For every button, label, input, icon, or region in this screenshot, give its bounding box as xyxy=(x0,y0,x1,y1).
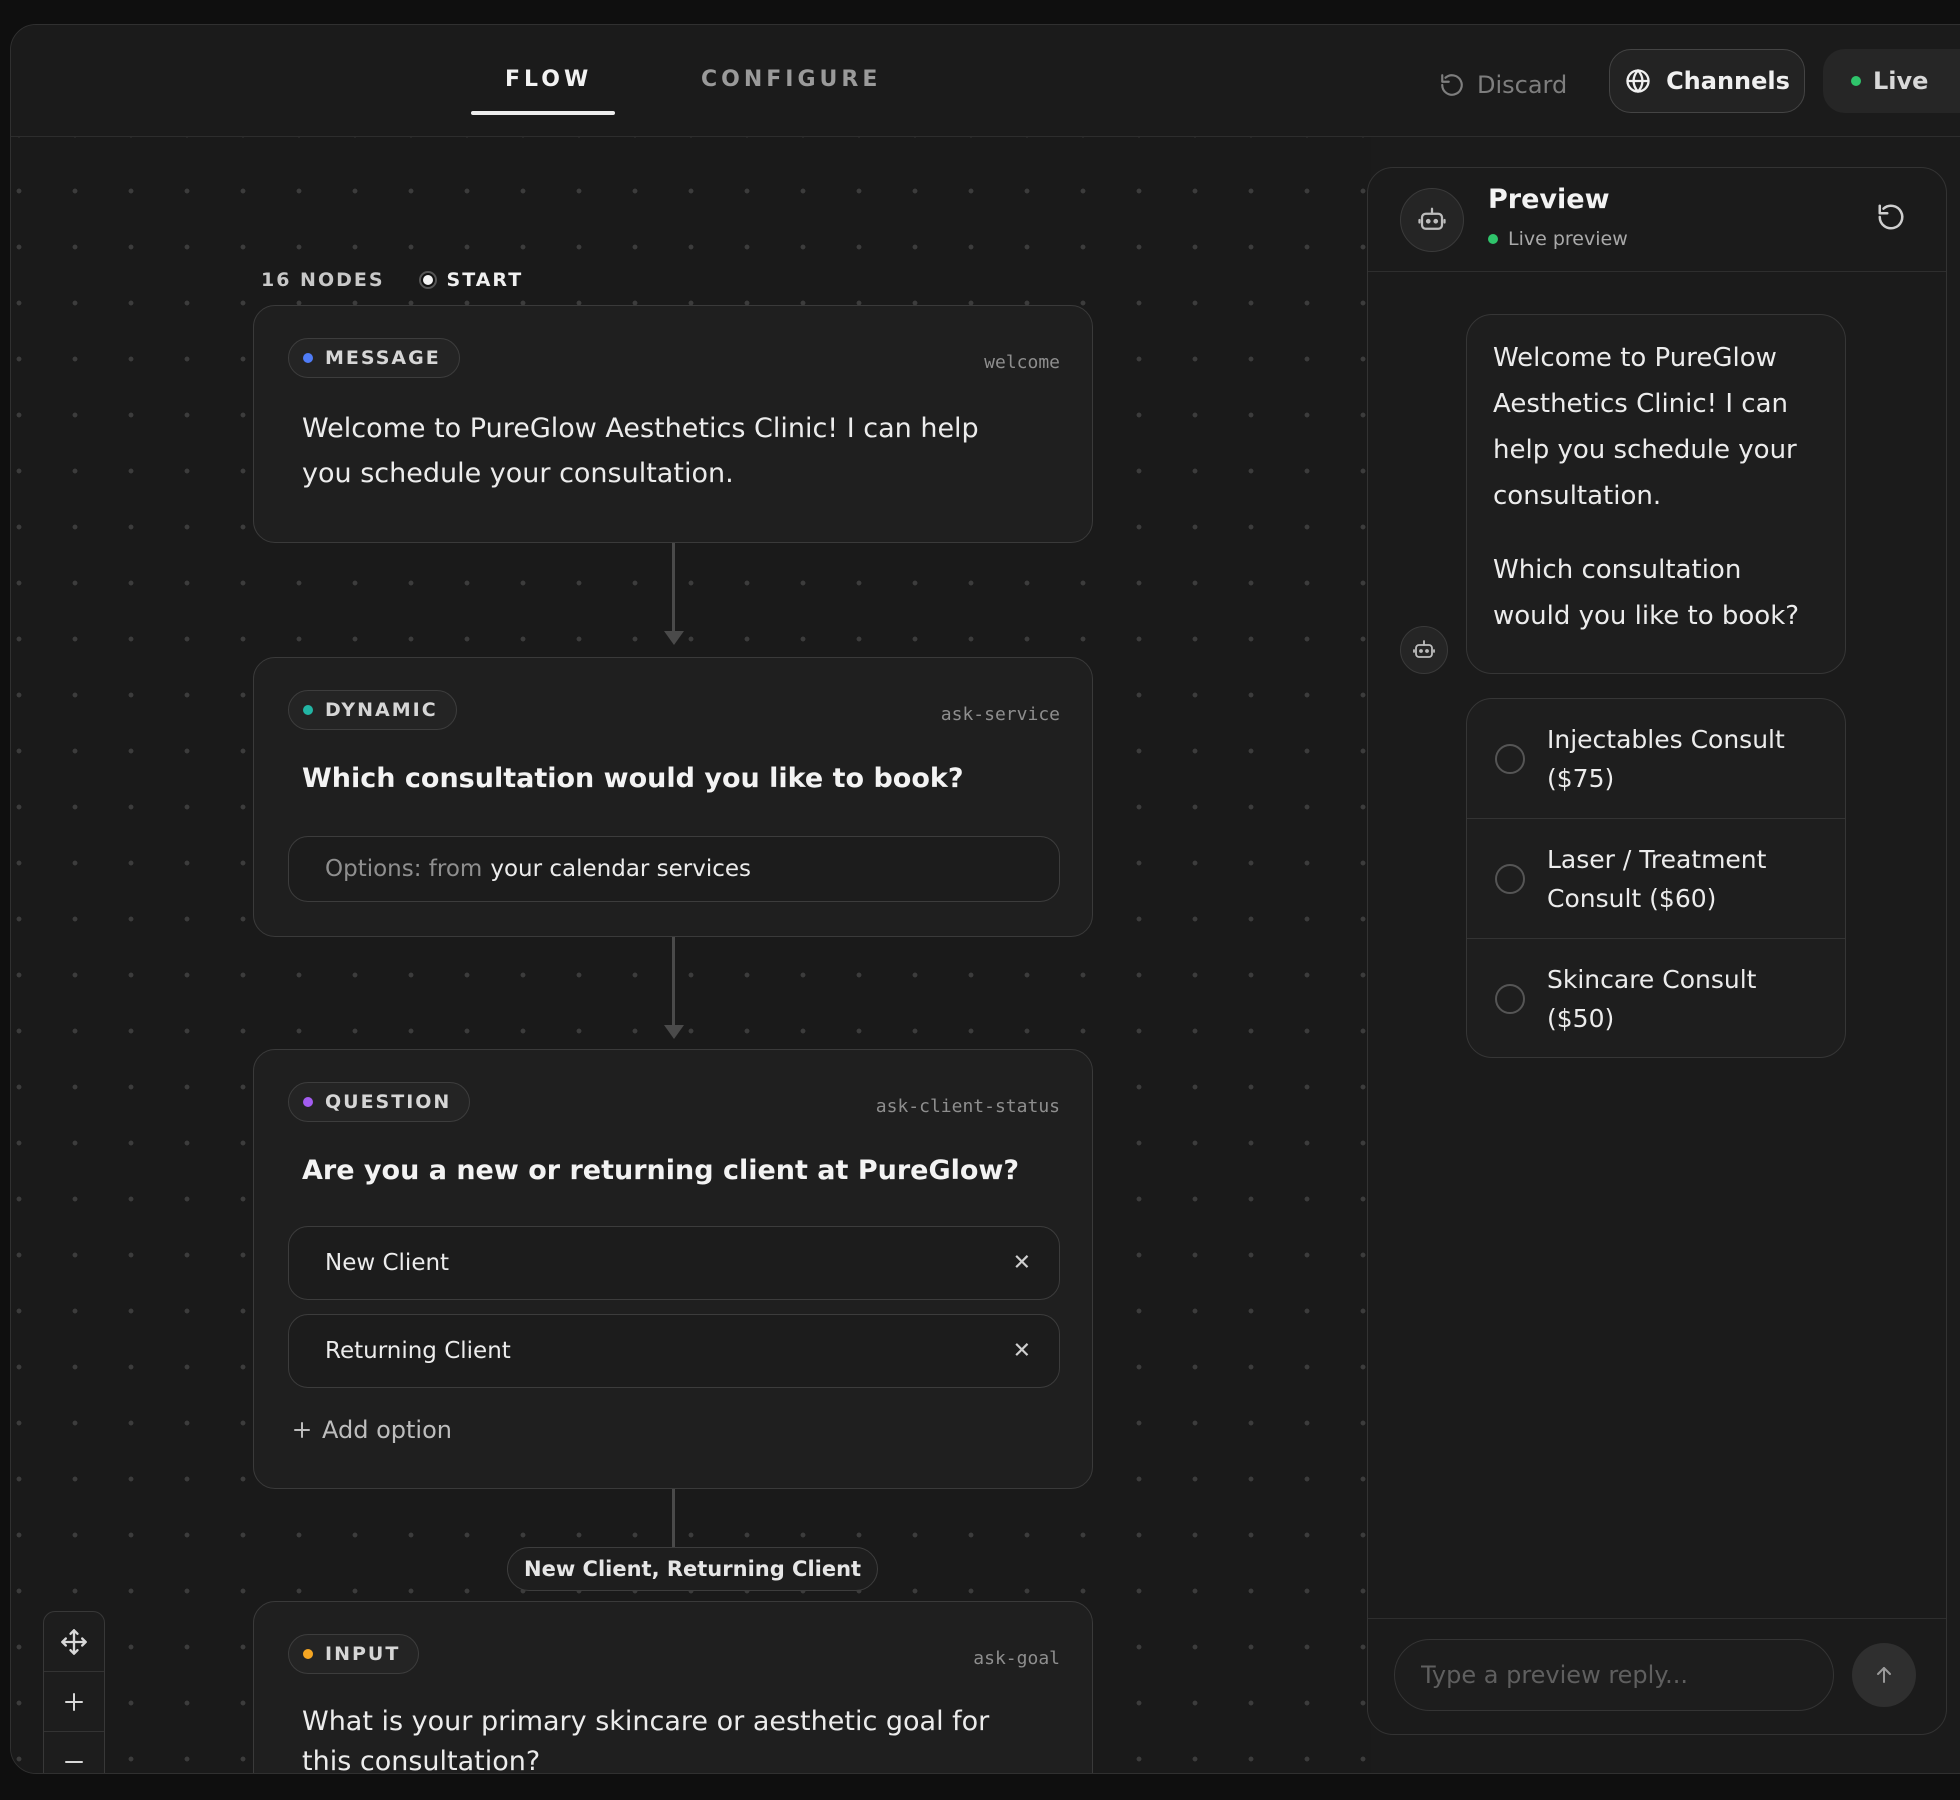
choice-item[interactable]: Injectables Consult ($75) xyxy=(1467,699,1845,819)
node-type-label: MESSAGE xyxy=(325,347,441,369)
node-id: ask-client-status xyxy=(875,1096,1060,1117)
preview-reply-input[interactable] xyxy=(1394,1639,1834,1711)
preview-status: Live preview xyxy=(1488,228,1628,250)
node-type-badge: INPUT xyxy=(288,1634,420,1674)
tab-flow[interactable]: FLOW xyxy=(505,67,592,92)
flow-node-input[interactable]: INPUT ask-goal What is your primary skin… xyxy=(253,1601,1093,1774)
node-id: ask-service xyxy=(940,704,1060,725)
choice-item[interactable]: Laser / Treatment Consult ($60) xyxy=(1467,819,1845,939)
node-question-text: Are you a new or returning client at Pur… xyxy=(302,1155,1020,1186)
connector-arrow-icon xyxy=(664,631,684,645)
node-id: ask-goal xyxy=(973,1648,1060,1669)
plus-icon xyxy=(65,1692,83,1711)
flow-node-dynamic[interactable]: DYNAMIC ask-service Which consultation w… xyxy=(253,657,1093,937)
live-label: Live xyxy=(1873,67,1929,95)
preview-title: Preview xyxy=(1488,184,1610,215)
minus-icon xyxy=(65,1760,83,1763)
tab-configure[interactable]: CONFIGURE xyxy=(701,67,881,92)
bubble-paragraph: Which consultation would you like to boo… xyxy=(1493,555,1800,631)
discard-label: Discard xyxy=(1477,71,1568,99)
message-bot-avatar xyxy=(1400,626,1448,674)
top-bar: FLOW CONFIGURE Discard Channels Live xyxy=(11,25,1960,137)
node-type-badge: DYNAMIC xyxy=(288,690,457,730)
choice-list: Injectables Consult ($75) Laser / Treatm… xyxy=(1466,698,1846,1058)
zoom-out-button[interactable] xyxy=(44,1732,104,1773)
restart-preview-button[interactable] xyxy=(1876,202,1906,236)
discard-button[interactable]: Discard xyxy=(1439,65,1567,105)
choice-label: Injectables Consult ($75) xyxy=(1547,724,1785,793)
options-source: your calendar services xyxy=(490,856,752,882)
channels-button[interactable]: Channels xyxy=(1609,49,1805,113)
node-type-badge: QUESTION xyxy=(288,1082,471,1122)
node-question-text: Which consultation would you like to boo… xyxy=(302,763,964,794)
preview-panel: Preview Live preview Welcome to PureGlow… xyxy=(1367,167,1947,1735)
plus-icon xyxy=(294,1422,310,1438)
add-option-label: Add option xyxy=(322,1416,452,1444)
node-type-label: INPUT xyxy=(325,1643,401,1665)
flow-canvas[interactable]: 16 NODES START MESSAGE welcome Welcome t… xyxy=(11,137,1371,1774)
app-window: FLOW CONFIGURE Discard Channels Live 16 … xyxy=(10,24,1960,1774)
node-message-text: Welcome to PureGlow Aesthetics Clinic! I… xyxy=(302,413,979,489)
undo-icon xyxy=(1441,74,1463,96)
bubble-paragraph: Welcome to PureGlow Aesthetics Clinic! I… xyxy=(1493,343,1797,511)
live-status-dot xyxy=(1851,76,1861,86)
bot-icon xyxy=(1413,640,1435,658)
add-option-button[interactable]: Add option xyxy=(292,1416,452,1444)
channels-label: Channels xyxy=(1666,67,1790,95)
arrow-up-icon xyxy=(1877,1667,1891,1683)
preview-subtitle: Live preview xyxy=(1508,228,1628,250)
start-label: START xyxy=(446,269,524,291)
flow-node-question[interactable]: QUESTION ask-client-status Are you a new… xyxy=(253,1049,1093,1489)
option-label: New Client xyxy=(325,1250,450,1276)
option-item[interactable]: Returning Client ✕ xyxy=(288,1314,1060,1388)
radio-icon xyxy=(1495,984,1525,1014)
live-status-dot xyxy=(1488,234,1498,244)
node-type-label: DYNAMIC xyxy=(325,699,438,721)
node-count: 16 NODES xyxy=(261,269,385,291)
question-type-dot xyxy=(303,1097,313,1107)
bot-avatar xyxy=(1400,188,1464,252)
send-button[interactable] xyxy=(1852,1643,1916,1707)
choice-label: Laser / Treatment Consult ($60) xyxy=(1547,844,1767,913)
node-input-text: What is your primary skincare or aesthet… xyxy=(302,1706,990,1774)
canvas-meta: 16 NODES START xyxy=(261,265,532,295)
refresh-icon xyxy=(1878,204,1904,230)
zoom-controls xyxy=(43,1611,105,1773)
start-dot-icon xyxy=(418,271,437,289)
remove-option-icon[interactable]: ✕ xyxy=(1013,1251,1031,1276)
option-item[interactable]: New Client ✕ xyxy=(288,1226,1060,1300)
radio-icon xyxy=(1495,863,1525,894)
active-tab-indicator xyxy=(471,111,615,115)
bot-message-bubble: Welcome to PureGlow Aesthetics Clinic! I… xyxy=(1466,314,1846,674)
remove-option-icon[interactable]: ✕ xyxy=(1013,1339,1031,1364)
preview-header: Preview Live preview xyxy=(1368,168,1946,272)
input-type-dot xyxy=(303,1649,313,1659)
radio-icon xyxy=(1495,743,1525,774)
bot-icon xyxy=(1418,207,1446,230)
choice-label: Skincare Consult ($50) xyxy=(1547,965,1757,1033)
options-prefix: Options: from xyxy=(325,856,483,882)
edge-condition-label[interactable]: New Client, Returning Client xyxy=(507,1547,879,1591)
node-id: welcome xyxy=(984,352,1060,373)
globe-icon xyxy=(1626,68,1650,94)
zoom-in-button[interactable] xyxy=(44,1672,104,1732)
choice-item[interactable]: Skincare Consult ($50) xyxy=(1467,939,1845,1057)
option-label: Returning Client xyxy=(325,1338,511,1364)
message-type-dot xyxy=(303,353,313,363)
live-button[interactable]: Live xyxy=(1823,49,1960,113)
pan-button[interactable] xyxy=(44,1612,104,1672)
reply-composer xyxy=(1368,1618,1946,1734)
start-marker: START xyxy=(418,269,524,291)
dynamic-options-source[interactable]: Options: from your calendar services xyxy=(288,836,1060,902)
flow-node-message[interactable]: MESSAGE welcome Welcome to PureGlow Aest… xyxy=(253,305,1093,543)
node-type-badge: MESSAGE xyxy=(288,338,460,378)
move-icon xyxy=(61,1628,87,1655)
node-type-label: QUESTION xyxy=(325,1091,452,1113)
connector-arrow-icon xyxy=(664,1025,684,1039)
dynamic-type-dot xyxy=(303,705,313,715)
